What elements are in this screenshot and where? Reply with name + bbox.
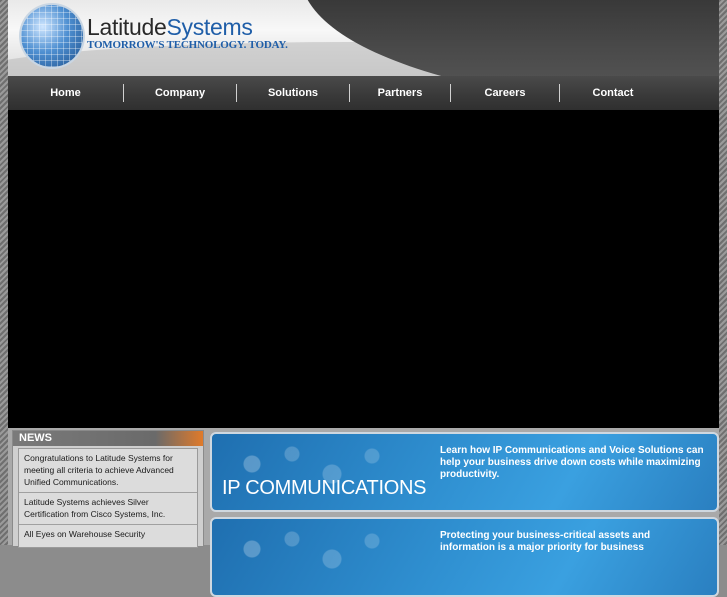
nav-careers[interactable]: Careers <box>451 87 559 99</box>
brand-name-part1: Latitude <box>87 14 167 40</box>
page-container: LatitudeSystems TOMORROW'S TECHNOLOGY. T… <box>8 0 719 597</box>
promo-security[interactable]: Protecting your business-critical assets… <box>210 517 719 597</box>
promo-graphic <box>212 519 442 595</box>
globe-logo-icon[interactable] <box>21 5 83 67</box>
left-border-stripes <box>0 0 8 545</box>
main-nav: Home Company Solutions Partners Careers … <box>8 76 719 110</box>
globe-grid <box>21 5 83 67</box>
news-item[interactable]: All Eyes on Warehouse Security <box>19 525 197 544</box>
nav-home[interactable]: Home <box>8 87 123 99</box>
news-item[interactable]: Congratulations to Latitude Systems for … <box>19 449 197 493</box>
site-header: LatitudeSystems TOMORROW'S TECHNOLOGY. T… <box>8 0 719 76</box>
nav-company[interactable]: Company <box>124 87 236 99</box>
news-panel: NEWS Congratulations to Latitude Systems… <box>12 430 204 548</box>
brand-name[interactable]: LatitudeSystems <box>87 14 253 41</box>
promo-text: Learn how IP Communications and Voice So… <box>440 445 704 480</box>
news-header: NEWS <box>13 431 203 446</box>
hero-flash-area[interactable] <box>8 110 719 428</box>
promo-text: Protecting your business-critical assets… <box>440 530 651 553</box>
tagline: TOMORROW'S TECHNOLOGY. TODAY. <box>87 39 288 51</box>
promo-ip-communications[interactable]: IP COMMUNICATIONS Learn how IP Communica… <box>210 432 719 512</box>
nav-solutions[interactable]: Solutions <box>237 87 349 99</box>
news-title: NEWS <box>19 432 52 444</box>
nav-partners[interactable]: Partners <box>350 87 450 99</box>
right-border-stripes <box>719 0 727 545</box>
promo-title: IP COMMUNICATIONS <box>222 477 427 499</box>
news-item[interactable]: Latitude Systems achieves Silver Certifi… <box>19 493 197 525</box>
news-list: Congratulations to Latitude Systems for … <box>18 448 198 548</box>
brand-name-part2: Systems <box>166 14 253 40</box>
bottom-section: NEWS Congratulations to Latitude Systems… <box>8 428 719 597</box>
nav-contact[interactable]: Contact <box>560 87 666 99</box>
